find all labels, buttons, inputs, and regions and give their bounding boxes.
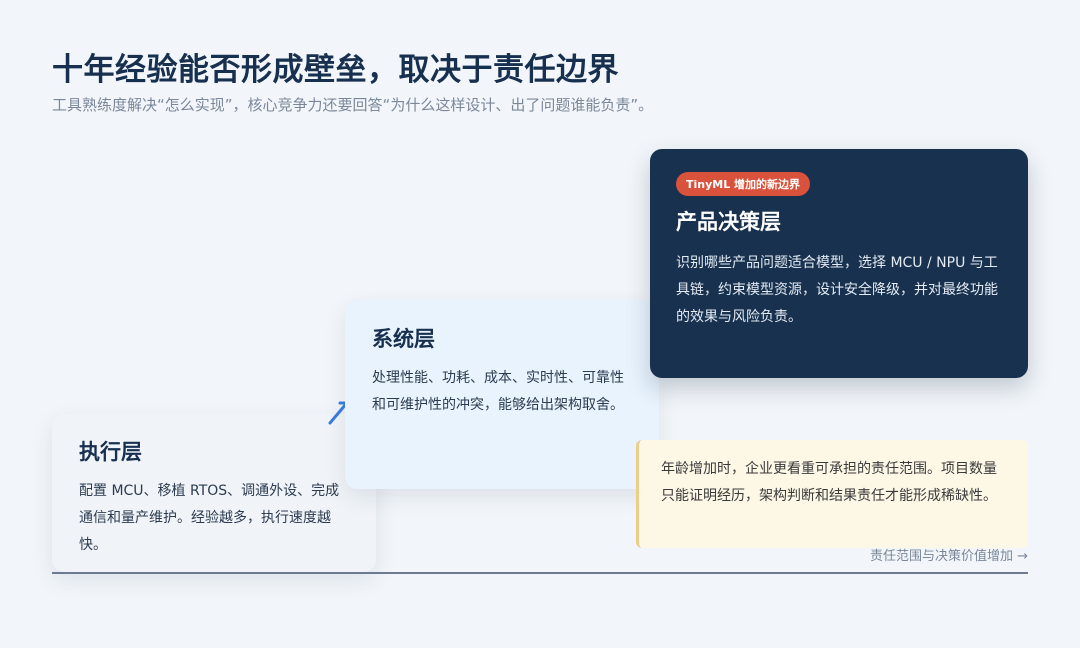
execution-layer-description: 配置 MCU、移植 RTOS、调通外设、完成通信和量产维护。经验越多，执行速度越…	[79, 483, 340, 553]
execution-layer-title: 执行层	[79, 440, 142, 464]
product-layer-title: 产品决策层	[676, 210, 781, 234]
product-layer-card: TinyML 增加的新边界 产品决策层 识别哪些产品问题适合模型，选择 MCU …	[650, 149, 1028, 378]
system-layer-title: 系统层	[372, 327, 435, 351]
slide: 十年经验能否形成壁垒，取决于责任边界 工具熟练度解决“怎么实现”，核心竞争力还要…	[0, 0, 1080, 648]
execution-layer-card: 执行层 配置 MCU、移植 RTOS、调通外设、完成通信和量产维护。经验越多，执…	[52, 414, 376, 572]
insight-note: 年龄增加时，企业更看重可承担的责任范围。项目数量只能证明经历，架构判断和结果责任…	[636, 440, 1028, 548]
tinyml-badge: TinyML 增加的新边界	[676, 172, 811, 196]
page-subtitle: 工具熟练度解决“怎么实现”，核心竞争力还要回答“为什么这样设计、出了问题谁能负责…	[52, 96, 654, 114]
system-layer-description: 处理性能、功耗、成本、实时性、可靠性和可维护性的冲突，能够给出架构取舍。	[372, 370, 624, 413]
axis-line	[52, 572, 1028, 574]
axis-label: 责任范围与决策价值增加 →	[869, 549, 1028, 564]
system-layer-card: 系统层 处理性能、功耗、成本、实时性、可靠性和可维护性的冲突，能够给出架构取舍。	[345, 300, 659, 489]
product-layer-description: 识别哪些产品问题适合模型，选择 MCU / NPU 与工具链，约束模型资源，设计…	[676, 255, 998, 325]
page-title: 十年经验能否形成壁垒，取决于责任边界	[52, 52, 619, 88]
